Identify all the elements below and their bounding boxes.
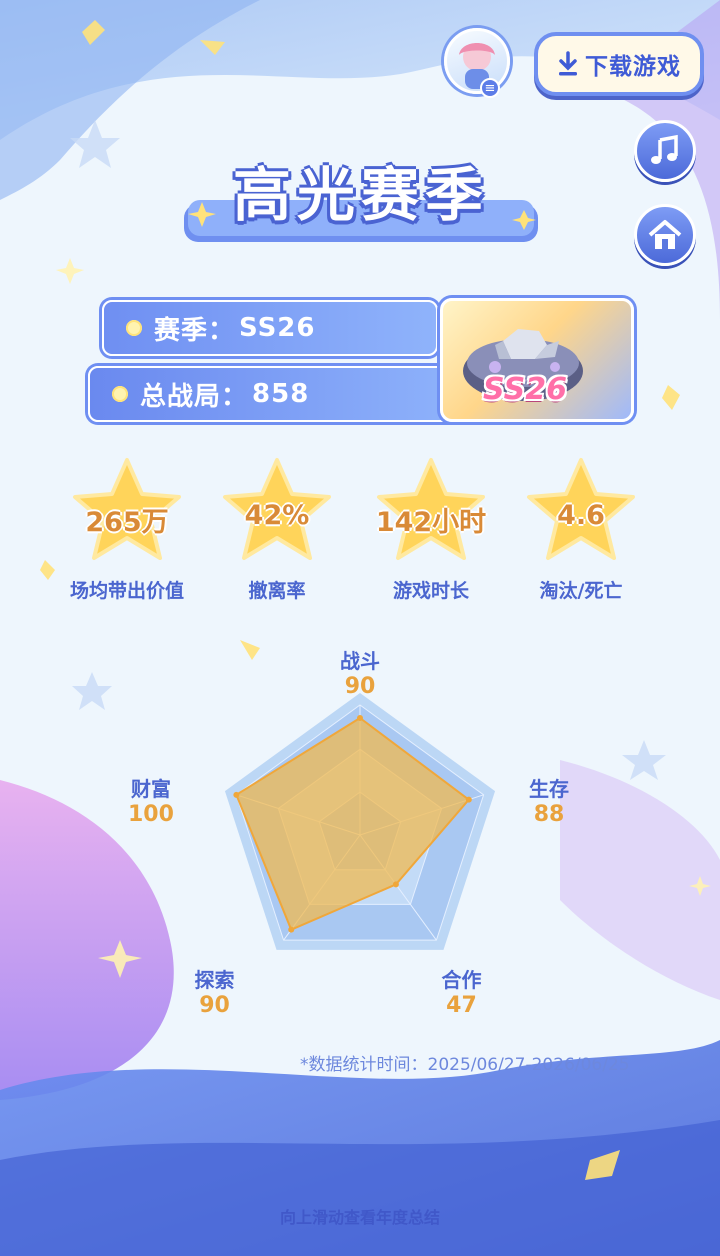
radar-axis-name: 生存	[529, 777, 570, 802]
stat-label: 淘汰/死亡	[539, 580, 623, 602]
music-note-icon	[651, 134, 678, 164]
radar-label-cooperation: 合作 47	[421, 964, 501, 1018]
radar-label-exploration: 探索 90	[175, 964, 255, 1018]
home-button[interactable]	[634, 204, 696, 266]
total-battles-label: 总战局：	[140, 381, 249, 412]
radar-label-combat: 战斗 90	[320, 645, 400, 699]
stat-value: 4.6	[557, 500, 605, 531]
page-title: 高光赛季	[232, 161, 489, 229]
radar-value-point	[357, 715, 363, 721]
radar-value-point	[392, 881, 399, 888]
radar-axis-value: 47	[446, 992, 477, 1018]
radar-label-survival: 生存 88	[509, 773, 589, 827]
stat-value: 265万	[85, 507, 169, 538]
radar-value-point	[288, 926, 295, 933]
stat-label: 游戏时长	[392, 580, 469, 602]
avatar-menu-icon[interactable]: ≡	[480, 78, 500, 98]
season-emblem-label: SS26	[483, 372, 567, 407]
bullet-dot	[126, 320, 142, 336]
user-avatar[interactable]	[444, 28, 510, 94]
season-bar: 赛季： SS26	[102, 300, 438, 356]
radar-axis-value: 90	[344, 674, 376, 699]
home-icon	[648, 220, 682, 249]
radar-axis-name: 财富	[130, 777, 171, 802]
total-battles-value: 858	[252, 379, 310, 409]
radar-axis-name: 探索	[194, 967, 235, 992]
radar-value-point	[233, 791, 240, 798]
scroll-up-hint[interactable]: 向上滑动查看年度总结	[0, 1204, 720, 1228]
stat-play-time: 142小时 游戏时长	[356, 456, 506, 616]
season-value: SS26	[239, 313, 316, 343]
radar-axis-name: 合作	[441, 967, 482, 992]
stat-label: 撤离率	[248, 580, 306, 602]
radar-value-point	[465, 796, 472, 803]
radar-axis-name: 战斗	[340, 649, 380, 673]
music-toggle-button[interactable]	[634, 120, 696, 182]
stat-extract-rate: 42% 撤离率	[202, 456, 352, 616]
download-icon	[559, 51, 577, 76]
stat-kd-ratio: 4.6 淘汰/死亡	[506, 456, 656, 616]
stat-avg-extract-value: 265万 场均带出价值	[52, 456, 202, 616]
radar-label-wealth: 财富 100	[111, 773, 191, 827]
stat-value: 142小时	[375, 507, 487, 538]
radar-axis-value: 100	[127, 802, 174, 828]
stat-value: 42%	[244, 500, 310, 531]
radar-axis-value: 90	[199, 992, 230, 1018]
download-game-button[interactable]: 下载游戏	[534, 32, 704, 96]
stat-label: 场均带出价值	[69, 580, 184, 602]
total-battles-bar: 总战局： 858	[88, 366, 466, 422]
radar-axis-value: 88	[533, 802, 565, 828]
bullet-dot	[112, 386, 128, 402]
ability-radar-chart: 战斗 90 生存 88 合作 47 探索 90 财富 100	[128, 649, 569, 1030]
data-period-note: *数据统计时间：2025/06/27-2026/06/25	[300, 1055, 630, 1075]
season-label: 赛季：	[154, 315, 236, 346]
download-button-label: 下载游戏	[585, 54, 681, 80]
